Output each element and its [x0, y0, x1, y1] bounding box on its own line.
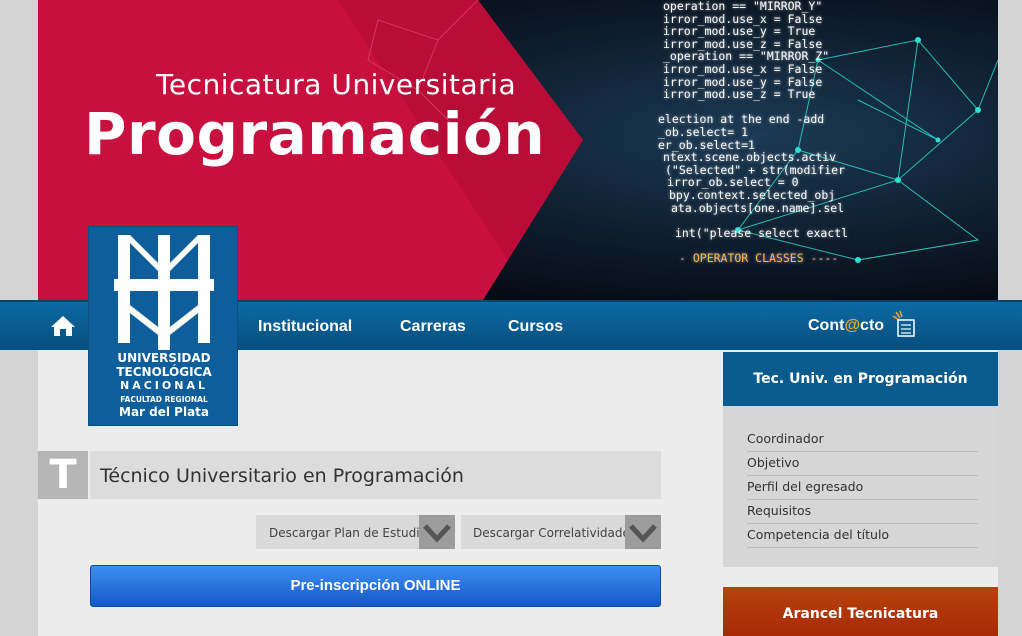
code-line: ntext.scene.objects.activ	[663, 150, 837, 165]
logo-text-nacional: NACIONAL	[120, 379, 208, 392]
sidebar-item-perfil[interactable]: Perfil del egresado	[747, 476, 978, 500]
sidebar-menu: Coordinador Objetivo Perfil del egresado…	[723, 406, 998, 567]
code-line: operation == "MIRROR_Y"	[663, 0, 823, 13]
sidebar-item-competencia[interactable]: Competencia del título	[747, 524, 978, 548]
page-title: Técnico Universitario en Programación	[100, 465, 464, 487]
home-icon[interactable]	[50, 314, 76, 338]
nav-item-contacto[interactable]: Cont@cto	[808, 317, 884, 335]
banner-subtitle: Tecnicatura Universitaria	[156, 68, 517, 101]
code-line: irror_mod.use_z = True	[663, 87, 816, 102]
nav-item-cursos[interactable]: Cursos	[508, 318, 563, 336]
contact-at-symbol: @	[844, 317, 861, 334]
title-letter-badge: T	[38, 451, 88, 499]
code-line: - OPERATOR CLASSES ----	[679, 250, 839, 265]
logo-text-mar-del-plata: Mar del Plata	[119, 405, 209, 419]
chevron-down-icon	[419, 515, 455, 549]
download-correlatividades-label: Descargar Correlatividades	[473, 526, 637, 540]
banner-title: Programación	[84, 100, 546, 168]
banner-code-snippet: operation == "MIRROR_Y" irror_mod.use_x =…	[618, 0, 848, 264]
contact-label-end: cto	[860, 317, 885, 334]
logo-text-facultad: FACULTAD REGIONAL	[120, 395, 208, 404]
chevron-down-icon	[625, 515, 661, 549]
preinscripcion-button[interactable]: Pre-inscripción ONLINE	[90, 565, 661, 607]
logo-text-tecnologica: TECNOLÓGICA	[116, 365, 212, 379]
contact-book-icon[interactable]	[892, 310, 916, 338]
sidebar-item-requisitos[interactable]: Requisitos	[747, 500, 978, 524]
code-line: int("please select exactl	[675, 225, 849, 240]
download-plan-label: Descargar Plan de Estudio	[269, 526, 427, 540]
download-plan-button[interactable]: Descargar Plan de Estudio	[256, 515, 455, 549]
contact-label-start: Cont	[808, 317, 845, 334]
nav-item-carreras[interactable]: Carreras	[400, 318, 466, 336]
utn-emblem-icon	[114, 235, 214, 350]
utn-logo[interactable]: UNIVERSIDAD TECNOLÓGICA NACIONAL FACULTA…	[88, 226, 238, 426]
nav-item-institucional[interactable]: Institucional	[258, 318, 352, 336]
sidebar-item-objetivo[interactable]: Objetivo	[747, 452, 978, 476]
logo-text-universidad: UNIVERSIDAD	[117, 351, 211, 365]
code-line: irror_mod.use_y = True	[663, 24, 816, 39]
arancel-tecnicatura-button[interactable]: Arancel Tecnicatura	[723, 587, 998, 636]
code-line: irror_mod.use_x = False	[663, 61, 823, 76]
code-line: _ob.select= 1	[658, 124, 749, 139]
download-correlatividades-button[interactable]: Descargar Correlatividades	[461, 515, 661, 549]
code-line: bpy.context.selected_obj	[669, 187, 836, 202]
page-title-bar: Técnico Universitario en Programación	[90, 451, 661, 499]
code-line: ata.objects[one.name].sel	[671, 200, 845, 215]
sidebar-item-coordinador[interactable]: Coordinador	[747, 428, 978, 452]
sidebar-heading: Tec. Univ. en Programación	[723, 352, 998, 406]
